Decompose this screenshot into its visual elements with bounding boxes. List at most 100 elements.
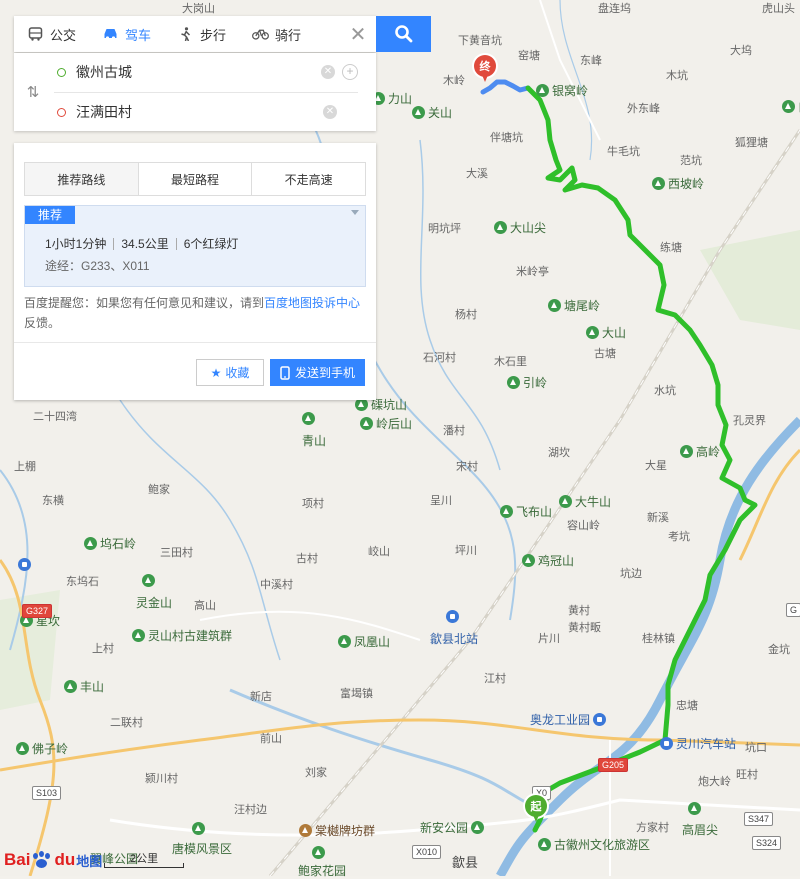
place-label: 黄村: [568, 605, 590, 617]
route-start-marker[interactable]: 起: [525, 795, 547, 822]
poi-lingjinshan-label: 灵金山: [136, 596, 173, 610]
place-label: 虎山头: [762, 3, 795, 15]
clear-start-icon[interactable]: ✕: [321, 65, 335, 79]
poi-xipoling[interactable]: 西坡岭: [652, 175, 704, 192]
place-label: 盘连坞: [598, 3, 631, 15]
place-label: 项村: [302, 498, 324, 510]
poi-yinling[interactable]: 引岭: [507, 374, 547, 391]
place-label: 呈川: [430, 495, 452, 507]
poi-dashan[interactable]: 大山: [586, 324, 626, 341]
expand-icon[interactable]: [351, 210, 359, 215]
place-label: 富堨镇: [340, 688, 373, 700]
add-waypoint-icon[interactable]: +: [342, 64, 358, 80]
clear-end-icon[interactable]: ✕: [323, 105, 337, 119]
place-label: 前山: [260, 733, 282, 745]
place-label: 牛毛坑: [607, 146, 640, 158]
place-label: 新店: [250, 691, 272, 703]
poi-dashanjian[interactable]: 大山尖: [494, 219, 546, 236]
poi-baiyang[interactable]: 白杨: [782, 98, 800, 115]
divider: [14, 342, 376, 343]
poi-yinwoling[interactable]: 银窝岭: [536, 82, 588, 99]
industrial-icon: [593, 713, 607, 726]
mode-bus-tab[interactable]: 公交: [14, 16, 89, 52]
place-label: 黄村畈: [568, 622, 601, 634]
poi-tanghua[interactable]: [192, 822, 205, 835]
mode-walk-tab[interactable]: 步行: [164, 16, 239, 52]
place-label: 水坑: [654, 385, 676, 397]
poi-xinan[interactable]: 新安公园: [420, 819, 485, 836]
search-button[interactable]: [376, 16, 431, 52]
place-label: 范坑: [680, 155, 702, 167]
place-label: 高山: [194, 600, 216, 612]
gas-station-icon: [18, 558, 31, 571]
mountain-icon: [500, 505, 513, 518]
place-label: 坑口: [745, 742, 767, 754]
end-dot-icon: [57, 107, 66, 117]
mode-car-tab[interactable]: 驾车: [89, 16, 164, 52]
poi-wuling[interactable]: 坞石岭: [84, 535, 136, 552]
mountain-icon: [302, 412, 315, 425]
poi-lingchuan[interactable]: 灵川汽车站: [660, 735, 736, 752]
scenic-icon: [538, 838, 551, 851]
poi-lingjinshan[interactable]: [142, 574, 155, 587]
poi-daniushan[interactable]: 大牛山: [559, 493, 611, 510]
poi-lishan[interactable]: 力山: [372, 90, 412, 107]
road-shield: G205: [598, 758, 629, 772]
poi-shexianbei[interactable]: [446, 610, 459, 623]
road-shield: X010: [412, 845, 442, 859]
mode-bike-tab[interactable]: 骑行: [239, 16, 314, 52]
train-station-icon: [446, 610, 459, 623]
poi-baojiahuayuan[interactable]: [312, 846, 325, 859]
route-panel: 推荐路线 最短路程 不走高速 推荐 1小时1分钟 34.5公里 6个红绿灯 途经…: [14, 143, 376, 400]
poi-fozi[interactable]: 佛子岭: [16, 740, 68, 757]
tab-recommended[interactable]: 推荐路线: [25, 163, 138, 195]
poi-qingshan[interactable]: [302, 412, 315, 425]
search-icon: [394, 25, 412, 43]
car-icon: [104, 29, 117, 40]
scenic-icon: [192, 822, 205, 835]
poi-gas-station[interactable]: [18, 558, 31, 571]
poi-shexianbei-label: 歙县北站: [430, 632, 479, 646]
start-input[interactable]: 徽州古城: [76, 62, 315, 82]
place-label: 方家村: [636, 822, 669, 834]
park-icon: [312, 846, 325, 859]
poi-linghoushan[interactable]: 岭后山: [360, 415, 412, 432]
poi-gaoling[interactable]: 高岭: [680, 443, 720, 460]
poi-jiguanshan[interactable]: 鸡冠山: [522, 552, 574, 569]
favorite-button[interactable]: ★ 收藏: [196, 359, 264, 386]
poi-aolong[interactable]: 奥龙工业园: [530, 711, 607, 728]
poi-gaomeijian[interactable]: [688, 802, 701, 815]
tab-shortest[interactable]: 最短路程: [137, 163, 252, 195]
poi-feibushan[interactable]: 飞布山: [500, 503, 552, 520]
end-field[interactable]: 汪满田村 ✕: [54, 93, 358, 131]
place-label: 东峰: [580, 55, 602, 67]
poi-lingshancun[interactable]: 灵山村古建筑群: [132, 627, 232, 644]
road-shield: S324: [752, 836, 782, 850]
tab-no-highway[interactable]: 不走高速: [251, 163, 365, 195]
start-field[interactable]: 徽州古城 ✕ +: [54, 53, 358, 91]
poi-gucheng[interactable]: 古徽州文化旅游区: [538, 836, 650, 853]
close-button[interactable]: ✕: [340, 16, 376, 52]
swap-icon[interactable]: ⇅: [22, 83, 44, 101]
place-label: 大岗山: [182, 3, 215, 15]
poi-guanshan[interactable]: 关山: [412, 104, 452, 121]
place-label: 伴塘坑: [490, 132, 523, 144]
place-label: 潘村: [443, 425, 465, 437]
poi-tangyue[interactable]: 棠樾牌坊群: [299, 822, 375, 839]
end-input[interactable]: 汪满田村: [76, 102, 317, 122]
poi-fenghuangshan[interactable]: 凤凰山: [338, 633, 390, 650]
road-shield: S347: [744, 812, 774, 826]
send-to-phone-button[interactable]: 发送到手机: [270, 359, 365, 386]
landmark-icon: [299, 824, 312, 837]
complaint-center-link[interactable]: 百度地图投诉中心: [264, 296, 360, 310]
poi-tangweiling[interactable]: 塘尾岭: [548, 297, 600, 314]
route-end-marker[interactable]: 终: [474, 55, 496, 82]
route-plan-card[interactable]: 推荐 1小时1分钟 34.5公里 6个红绿灯 途经：G233、X011: [24, 205, 366, 287]
baidu-map-logo: Bai du 地图: [4, 850, 103, 869]
place-label: 古塘: [594, 348, 616, 360]
place-label: 刘家: [305, 767, 327, 779]
poi-fengshan[interactable]: 丰山: [64, 678, 104, 695]
place-label: 二联村: [110, 717, 143, 729]
place-label: 片川: [538, 633, 560, 645]
place-label: 明坑坪: [428, 223, 461, 235]
